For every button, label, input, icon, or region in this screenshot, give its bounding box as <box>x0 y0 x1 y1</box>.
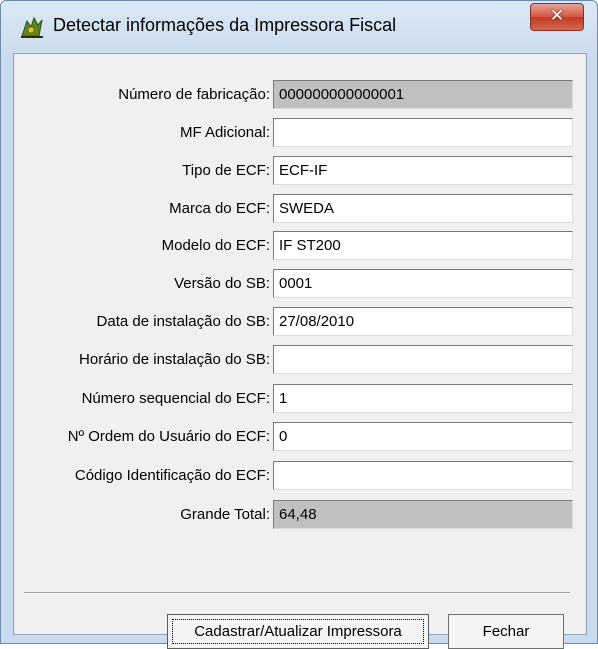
form-row-numero-fabricacao: Número de fabricação: 000000000000001 <box>14 80 588 110</box>
field-label: Tipo de ECF: <box>182 162 270 179</box>
tipo-ecf-field[interactable]: ECF-IF <box>273 156 573 185</box>
numero-fabricacao-field[interactable]: 000000000000001 <box>273 80 573 109</box>
numero-sequencial-ecf-field[interactable]: 1 <box>273 384 573 413</box>
field-label: Versão do SB: <box>174 275 270 292</box>
ordem-usuario-ecf-field[interactable]: 0 <box>273 422 573 451</box>
form-panel: Número de fabricação: 000000000000001 MF… <box>13 53 588 649</box>
separator-line <box>24 592 570 594</box>
modelo-ecf-field[interactable]: IF ST200 <box>273 231 573 260</box>
field-label: Número de fabricação: <box>118 86 270 103</box>
close-icon: ✕ <box>549 6 565 26</box>
field-label: Horário de instalação do SB: <box>79 351 270 368</box>
dialog-window: Detectar informações da Impressora Fisca… <box>0 0 598 649</box>
grande-total-field[interactable]: 64,48 <box>273 500 573 529</box>
title-bar[interactable]: Detectar informações da Impressora Fisca… <box>1 1 597 51</box>
form-row-tipo-ecf: Tipo de ECF: ECF-IF <box>14 156 588 186</box>
marca-ecf-field[interactable]: SWEDA <box>273 194 573 223</box>
close-button[interactable]: ✕ <box>530 3 584 31</box>
form-row-ordem-usuario-ecf: Nº Ordem do Usuário do ECF: 0 <box>14 422 588 452</box>
form-row-modelo-ecf: Modelo do ECF: IF ST200 <box>14 231 588 261</box>
fechar-label: Fechar <box>482 623 530 640</box>
field-label: MF Adicional: <box>179 124 270 141</box>
field-label: Grande Total: <box>180 506 270 523</box>
window-title: Detectar informações da Impressora Fisca… <box>53 15 397 35</box>
form-row-mf-adicional: MF Adicional: <box>14 118 588 148</box>
versao-sb-field[interactable]: 0001 <box>273 269 573 298</box>
form-row-grande-total: Grande Total: 64,48 <box>14 500 588 530</box>
mf-adicional-field[interactable] <box>273 118 573 147</box>
focus-rectangle <box>172 619 424 644</box>
data-instalacao-sb-field[interactable]: 27/08/2010 <box>273 307 573 336</box>
field-label: Nº Ordem do Usuário do ECF: <box>67 428 270 445</box>
form-row-versao-sb: Versão do SB: 0001 <box>14 269 588 299</box>
field-label: Marca do ECF: <box>169 200 270 217</box>
field-label: Data de instalação do SB: <box>96 313 270 330</box>
form-row-data-instalacao-sb: Data de instalação do SB: 27/08/2010 <box>14 307 588 337</box>
codigo-identificacao-ecf-field[interactable] <box>273 461 573 490</box>
field-label: Número sequencial do ECF: <box>81 390 270 407</box>
form-row-marca-ecf: Marca do ECF: SWEDA <box>14 194 588 224</box>
form-row-horario-instalacao-sb: Horário de instalação do SB: <box>14 345 588 375</box>
form-row-codigo-identificacao-ecf: Código Identificação do ECF: <box>14 461 588 491</box>
field-label: Código Identificação do ECF: <box>74 467 270 484</box>
app-icon <box>19 15 45 39</box>
horario-instalacao-sb-field[interactable] <box>273 345 573 374</box>
form-row-numero-sequencial-ecf: Número sequencial do ECF: 1 <box>14 384 588 414</box>
field-label: Modelo do ECF: <box>161 237 270 254</box>
